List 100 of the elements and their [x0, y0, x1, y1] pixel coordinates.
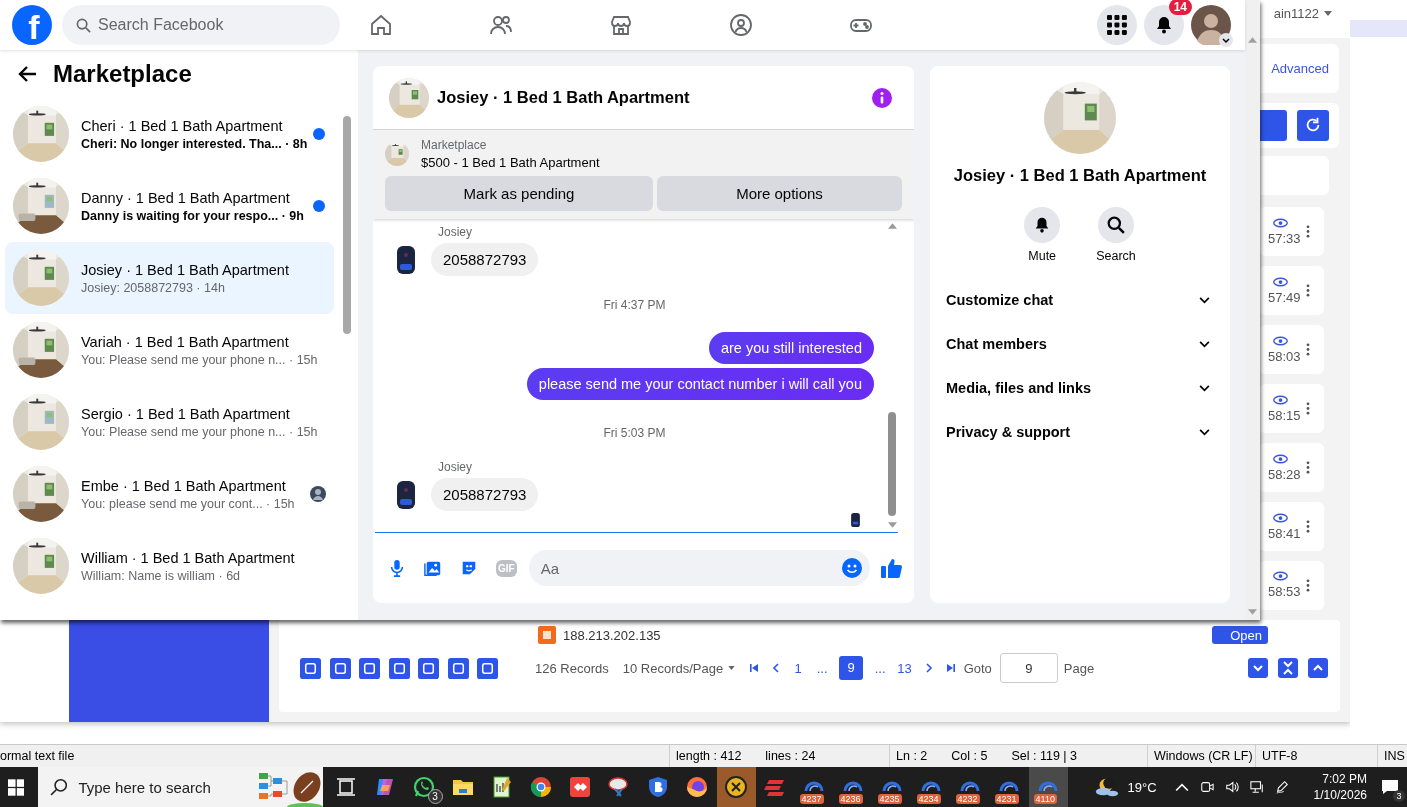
microphone-icon[interactable] [388, 558, 406, 578]
toolbar-icon[interactable] [359, 657, 380, 679]
taskbar-app[interactable]: 4234 [911, 767, 951, 807]
clock[interactable]: 7:02 PM 1/10/2026 [1313, 771, 1367, 803]
last-page-icon[interactable] [945, 663, 956, 673]
section-header[interactable]: Customize chat [938, 278, 1222, 322]
temperature[interactable]: 19°C [1127, 779, 1157, 795]
page-link[interactable]: 9 [839, 656, 864, 680]
taskbar-app[interactable] [716, 767, 756, 807]
more-icon[interactable] [1306, 284, 1310, 298]
mute-button[interactable] [1024, 207, 1061, 243]
first-page-icon[interactable] [749, 663, 760, 673]
taskbar-search-field[interactable]: Type here to search [38, 767, 323, 807]
conversation-item[interactable]: William · 1 Bed 1 Bath Apartment William: Name is william · 6d [5, 530, 334, 602]
seen-avatar [851, 513, 860, 527]
conversation-item[interactable]: Variah · 1 Bed 1 Bath Apartment You: Please send me your phone n... · 15h [5, 314, 334, 386]
taskbar-app[interactable]: 4231 [989, 767, 1029, 807]
expand-icon[interactable] [1248, 658, 1268, 678]
listing-source: Marketplace [421, 138, 488, 152]
scrollbar-thumb[interactable] [888, 412, 896, 516]
app-badge: 4110 [1033, 794, 1057, 804]
thumbs-up-icon[interactable] [880, 557, 902, 579]
user-menu[interactable]: ain1122 [1273, 5, 1319, 21]
weather-icon[interactable] [1093, 775, 1120, 799]
toolbar-icon[interactable] [418, 657, 439, 679]
more-icon[interactable] [1306, 343, 1310, 357]
next-page-icon[interactable] [923, 663, 934, 673]
back-arrow-icon[interactable] [18, 64, 38, 84]
status-text: Windows (CR LF) [1154, 749, 1253, 763]
status-text: lines : 24 [765, 749, 816, 763]
facebook-logo[interactable]: f [12, 5, 52, 45]
listing-button[interactable]: Mark as pending [385, 176, 653, 211]
time-text: 58:28 [1268, 466, 1301, 482]
taskbar-app[interactable]: 4235 [872, 767, 912, 807]
caret-icon[interactable] [1219, 33, 1233, 47]
network-icon[interactable] [1249, 780, 1264, 794]
scroll-down-icon[interactable] [887, 522, 897, 528]
volume-icon[interactable] [1224, 780, 1239, 794]
menu-button[interactable] [1097, 5, 1137, 45]
taskbar-app[interactable]: 4237 [794, 767, 834, 807]
more-icon[interactable] [1306, 225, 1310, 239]
more-icon[interactable] [1306, 579, 1310, 592]
search-field[interactable]: Search Facebook [62, 5, 340, 45]
page-link[interactable]: 13 [897, 660, 912, 676]
section-header[interactable]: Chat members [938, 322, 1222, 366]
eye-icon[interactable] [1273, 453, 1288, 464]
search-button[interactable] [1098, 207, 1134, 243]
pen-icon[interactable] [1274, 780, 1289, 794]
advanced-link[interactable]: Advanced [1271, 61, 1329, 76]
listing-button[interactable]: More options [657, 176, 902, 211]
taskbar-app[interactable]: 4236 [833, 767, 873, 807]
eye-icon[interactable] [1273, 335, 1288, 346]
status-text: INS [1384, 749, 1405, 763]
conversation-title: William · 1 Bed 1 Bath Apartment [81, 549, 295, 566]
refresh-button[interactable] [1297, 110, 1329, 141]
collapse-icon[interactable] [1278, 658, 1298, 678]
scroll-up-icon[interactable] [887, 223, 897, 229]
page-link[interactable]: ... [815, 660, 830, 676]
toolbar-icon[interactable] [388, 657, 410, 679]
more-icon[interactable] [1306, 520, 1310, 533]
message-field[interactable]: Aa [528, 550, 870, 586]
eye-icon[interactable] [1273, 276, 1288, 287]
toolbar-icon[interactable] [447, 657, 469, 679]
eye-icon[interactable] [1273, 571, 1288, 582]
toolbar-icon[interactable] [477, 657, 498, 679]
info-icon[interactable] [872, 87, 892, 108]
more-icon[interactable] [1306, 402, 1310, 416]
section-header[interactable]: Privacy & support [938, 410, 1222, 454]
open-button[interactable]: Open [1212, 626, 1268, 644]
toolbar-icon[interactable] [329, 657, 351, 679]
avatar [397, 480, 415, 509]
page-input[interactable]: 9 [999, 653, 1058, 683]
camera-icon[interactable] [1199, 780, 1214, 794]
conversation-item[interactable]: Josiey · 1 Bed 1 Bath Apartment Josiey: 2058872793 · 14h [5, 242, 334, 314]
taskbar-app[interactable]: 3 [404, 767, 444, 807]
page-link[interactable]: 1 [791, 660, 806, 676]
page-size-select[interactable]: 10 Records/Page [622, 660, 724, 676]
conversation-item[interactable]: Embe · 1 Bed 1 Bath Apartment You: please send me your cont... · 15h [5, 458, 334, 530]
avatar[interactable] [1191, 5, 1231, 45]
listing-title: $500 - 1 Bed 1 Bath Apartment [421, 155, 600, 170]
windows-start-icon[interactable] [8, 778, 25, 796]
previous-page-icon[interactable] [771, 663, 782, 673]
page-link[interactable]: ... [873, 660, 888, 676]
time-text: 57:49 [1268, 289, 1301, 305]
conversation-title: Danny · 1 Bed 1 Bath Apartment [81, 189, 291, 206]
scrollbar-thumb[interactable] [343, 116, 351, 334]
conversation-item[interactable]: Sergio · 1 Bed 1 Bath Apartment You: Please send me your phone n... · 15h [5, 386, 334, 458]
up-icon[interactable] [1308, 658, 1328, 678]
taskbar-app[interactable]: 4232 [950, 767, 990, 807]
eye-icon[interactable] [1273, 512, 1288, 523]
more-icon[interactable] [1306, 461, 1310, 475]
notifications-icon[interactable] [1381, 779, 1399, 795]
toolbar-icon[interactable] [300, 657, 321, 679]
eye-icon[interactable] [1273, 217, 1288, 228]
conversation-item[interactable]: Danny · 1 Bed 1 Bath Apartment Danny is waiting for your respo... · 9h [5, 170, 334, 242]
emoji-icon[interactable] [842, 558, 862, 578]
conversation-item[interactable]: Cheri · 1 Bed 1 Bath Apartment Cheri: No longer interested. Tha... · 8h [5, 98, 334, 170]
taskbar-app[interactable]: 4110 [1028, 767, 1068, 807]
eye-icon[interactable] [1273, 394, 1288, 405]
section-header[interactable]: Media, files and links [938, 366, 1222, 410]
